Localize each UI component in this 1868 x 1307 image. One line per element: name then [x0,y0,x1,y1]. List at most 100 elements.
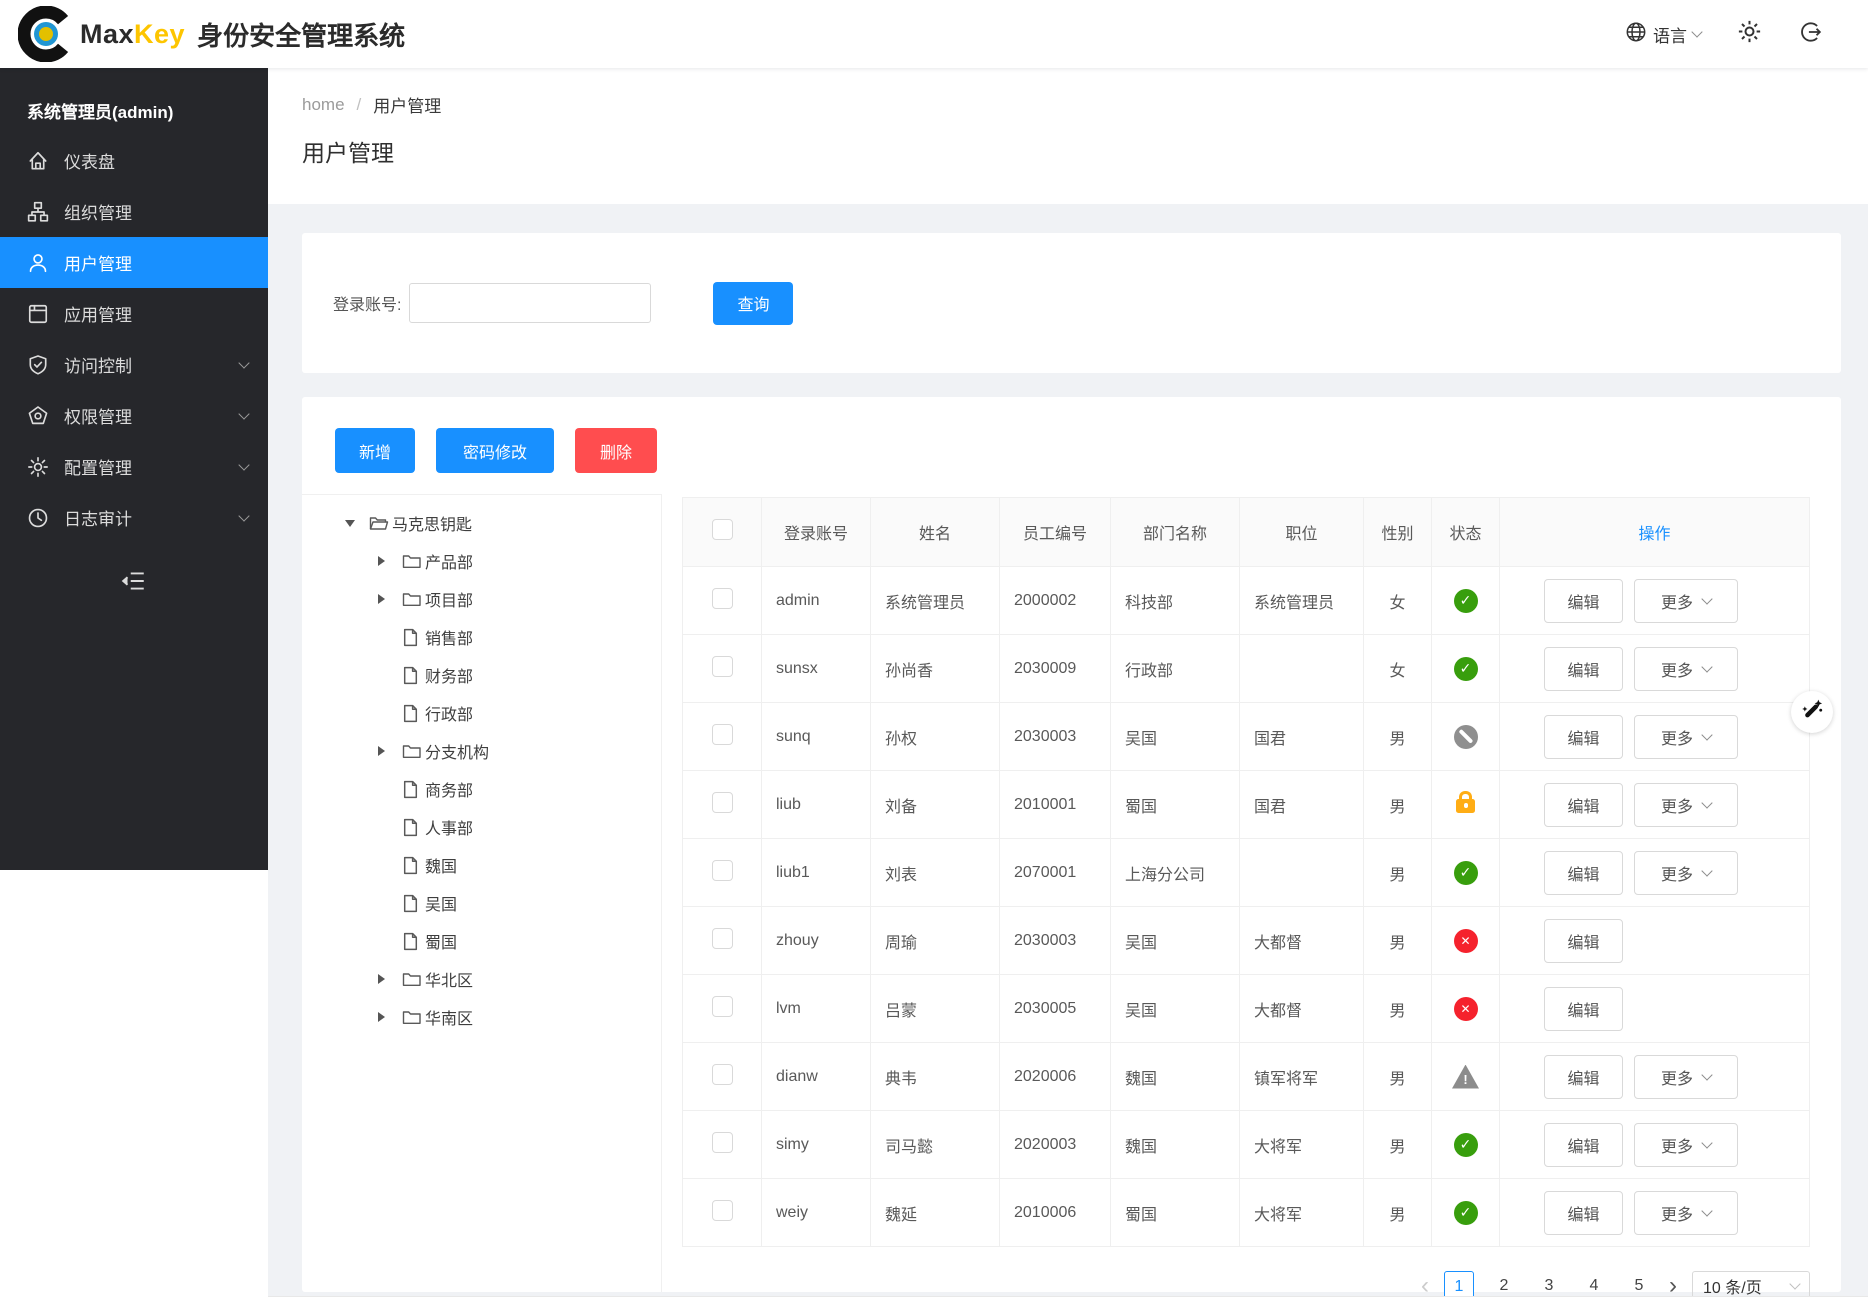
delete-button[interactable]: 删除 [575,428,657,473]
tree-node[interactable]: 销售部 [302,618,661,656]
sidebar-item-config[interactable]: 配置管理 [0,441,268,492]
language-selector[interactable]: 语言 [1625,21,1701,48]
caret-right-icon[interactable] [378,556,402,566]
caret-down-icon[interactable] [345,520,369,527]
more-button[interactable]: 更多 [1634,1123,1738,1167]
tree-node[interactable]: 华南区 [302,998,661,1036]
tree-node[interactable]: 华北区 [302,960,661,998]
tree-node[interactable]: 项目部 [302,580,661,618]
breadcrumb-home[interactable]: home [302,95,345,115]
edit-button[interactable]: 编辑 [1544,919,1623,963]
sidebar-item-label: 应用管理 [64,301,132,326]
sidebar-item-user[interactable]: 用户管理 [0,237,268,288]
row-checkbox[interactable] [712,1200,733,1221]
status-active-icon [1454,1133,1478,1157]
tree-node[interactable]: 分支机构 [302,732,661,770]
cell-status [1432,1179,1500,1247]
sidebar-item-access[interactable]: 访问控制 [0,339,268,390]
row-checkbox[interactable] [712,724,733,745]
more-button[interactable]: 更多 [1634,1191,1738,1235]
audit-icon [27,507,49,529]
cell-account: lvm [762,975,871,1043]
more-button[interactable]: 更多 [1634,715,1738,759]
row-checkbox[interactable] [712,1132,733,1153]
add-button[interactable]: 新增 [335,428,415,473]
globe-icon [1625,21,1647,48]
page-size-value: 10 条/页 [1703,1274,1762,1298]
row-checkbox[interactable] [712,588,733,609]
edit-button[interactable]: 编辑 [1544,647,1623,691]
caret-right-icon[interactable] [378,594,402,604]
logout-icon[interactable] [1798,20,1822,49]
more-button-label: 更多 [1661,1201,1693,1225]
edit-button[interactable]: 编辑 [1544,1123,1623,1167]
settings-gear-icon[interactable] [1737,19,1762,49]
row-checkbox[interactable] [712,996,733,1017]
tree-node[interactable]: 产品部 [302,542,661,580]
tree-node[interactable]: 行政部 [302,694,661,732]
change-password-button[interactable]: 密码修改 [436,428,554,473]
cell-employee_id: 2030009 [1000,635,1111,703]
cell-account: sunq [762,703,871,771]
more-button[interactable]: 更多 [1634,1055,1738,1099]
page-header: home / 用户管理 用户管理 [268,68,1868,204]
sidebar-item-audit[interactable]: 日志审计 [0,492,268,543]
tree-node-label: 华北区 [425,967,473,991]
sidebar-item-app[interactable]: 应用管理 [0,288,268,339]
status-active-icon [1454,861,1478,885]
caret-right-icon[interactable] [378,746,402,756]
row-checkbox[interactable] [712,656,733,677]
caret-right-icon[interactable] [378,1012,402,1022]
tree-node[interactable]: 蜀国 [302,922,661,960]
edit-button[interactable]: 编辑 [1544,1055,1623,1099]
edit-button[interactable]: 编辑 [1544,579,1623,623]
cell-department: 蜀国 [1111,1179,1240,1247]
sidebar-item-permission[interactable]: 权限管理 [0,390,268,441]
tree-node[interactable]: 吴国 [302,884,661,922]
tree-node[interactable]: 马克思钥匙 [302,504,661,542]
cell-gender: 男 [1364,1111,1432,1179]
sidebar-item-label: 权限管理 [64,403,132,428]
table-row: liub刘备2010001蜀国国君男编辑更多 [683,771,1810,839]
more-button[interactable]: 更多 [1634,783,1738,827]
sidebar-item-dashboard[interactable]: 仪表盘 [0,135,268,186]
row-checkbox[interactable] [712,928,733,949]
row-checkbox[interactable] [712,1064,733,1085]
cell-name: 魏延 [871,1179,1000,1247]
edit-button[interactable]: 编辑 [1544,987,1623,1031]
cell-name: 典韦 [871,1043,1000,1111]
cell-position [1240,635,1364,703]
edit-button[interactable]: 编辑 [1544,851,1623,895]
select-all-checkbox[interactable] [712,519,733,540]
edit-button[interactable]: 编辑 [1544,715,1623,759]
tree-node[interactable]: 商务部 [302,770,661,808]
config-icon [27,456,49,478]
cell-gender: 男 [1364,771,1432,839]
login-account-input[interactable] [409,283,651,323]
cell-name: 孙尚香 [871,635,1000,703]
row-checkbox[interactable] [712,860,733,881]
column-header-actions[interactable]: 操作 [1500,498,1810,567]
query-button[interactable]: 查询 [713,282,793,325]
cell-actions: 编辑更多 [1500,635,1810,703]
sidebar-item-org[interactable]: 组织管理 [0,186,268,237]
more-button[interactable]: 更多 [1634,647,1738,691]
edit-button[interactable]: 编辑 [1544,1191,1623,1235]
tree-node-label: 吴国 [425,891,457,915]
row-checkbox[interactable] [712,792,733,813]
tree-node[interactable]: 财务部 [302,656,661,694]
caret-right-icon[interactable] [378,974,402,984]
tree-node[interactable]: 魏国 [302,846,661,884]
table-row: sunsx孙尚香2030009行政部女编辑更多 [683,635,1810,703]
cell-status [1432,975,1500,1043]
status-blocked-icon [1454,725,1478,749]
edit-button[interactable]: 编辑 [1544,783,1623,827]
top-navbar: MaxKey 身份安全管理系统 语言 [0,0,1868,68]
more-button[interactable]: 更多 [1634,579,1738,623]
cell-actions: 编辑 [1500,907,1810,975]
tree-node[interactable]: 人事部 [302,808,661,846]
cell-position: 镇军将军 [1240,1043,1364,1111]
sidebar-item-label: 仪表盘 [64,148,115,173]
more-button[interactable]: 更多 [1634,851,1738,895]
menu-collapse-icon[interactable] [121,580,147,597]
